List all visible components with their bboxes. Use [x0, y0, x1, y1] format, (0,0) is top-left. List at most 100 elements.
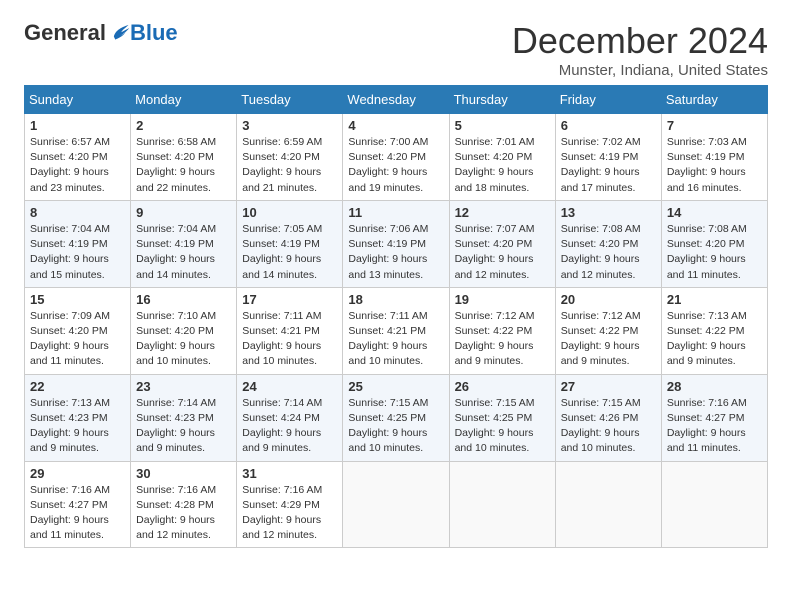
- calendar-cell: 21 Sunrise: 7:13 AMSunset: 4:22 PMDayligh…: [661, 287, 767, 374]
- day-info: Sunrise: 7:00 AMSunset: 4:20 PMDaylight:…: [348, 135, 443, 196]
- day-info: Sunrise: 7:11 AMSunset: 4:21 PMDaylight:…: [242, 309, 337, 370]
- day-info: Sunrise: 7:16 AMSunset: 4:27 PMDaylight:…: [667, 396, 762, 457]
- calendar-cell: 22Sunrise: 7:13 AMSunset: 4:23 PMDayligh…: [25, 374, 131, 461]
- day-header-thursday: Thursday: [449, 86, 555, 114]
- day-info: Sunrise: 7:05 AMSunset: 4:19 PMDaylight:…: [242, 222, 337, 283]
- day-info: Sunrise: 7:11 AMSunset: 4:21 PMDaylight:…: [348, 309, 443, 370]
- calendar-cell: 24 Sunrise: 7:14 AMSunset: 4:24 PMDayligh…: [237, 374, 343, 461]
- day-number: 29: [30, 466, 125, 481]
- day-number: 21: [667, 292, 762, 307]
- day-number: 8: [30, 205, 125, 220]
- calendar-cell: 20 Sunrise: 7:12 AMSunset: 4:22 PMDayligh…: [555, 287, 661, 374]
- day-header-tuesday: Tuesday: [237, 86, 343, 114]
- calendar-cell: 12 Sunrise: 7:07 AMSunset: 4:20 PMDayligh…: [449, 200, 555, 287]
- day-info: Sunrise: 7:14 AMSunset: 4:23 PMDaylight:…: [136, 396, 231, 457]
- day-info: Sunrise: 7:08 AMSunset: 4:20 PMDaylight:…: [667, 222, 762, 283]
- day-number: 22: [30, 379, 125, 394]
- calendar-cell: [343, 461, 449, 548]
- calendar-cell: [661, 461, 767, 548]
- calendar-week-row: 29Sunrise: 7:16 AMSunset: 4:27 PMDayligh…: [25, 461, 768, 548]
- day-info: Sunrise: 7:16 AMSunset: 4:28 PMDaylight:…: [136, 483, 231, 544]
- day-number: 2: [136, 118, 231, 133]
- calendar-week-row: 1 Sunrise: 6:57 AMSunset: 4:20 PMDaylight…: [25, 114, 768, 201]
- day-number: 13: [561, 205, 656, 220]
- day-number: 10: [242, 205, 337, 220]
- calendar-cell: 5 Sunrise: 7:01 AMSunset: 4:20 PMDaylight…: [449, 114, 555, 201]
- calendar-cell: 8Sunrise: 7:04 AMSunset: 4:19 PMDaylight…: [25, 200, 131, 287]
- day-info: Sunrise: 7:04 AMSunset: 4:19 PMDaylight:…: [136, 222, 231, 283]
- calendar-week-row: 8 Sunrise: 7:04 AMSunset: 4:19 PMDaylight…: [25, 200, 768, 287]
- day-number: 24: [242, 379, 337, 394]
- day-number: 30: [136, 466, 231, 481]
- day-header-wednesday: Wednesday: [343, 86, 449, 114]
- logo-bird-icon: [108, 22, 130, 44]
- day-info: Sunrise: 7:16 AMSunset: 4:29 PMDaylight:…: [242, 483, 337, 544]
- day-number: 9: [136, 205, 231, 220]
- page-subtitle: Munster, Indiana, United States: [512, 62, 768, 79]
- calendar-cell: 3 Sunrise: 6:59 AMSunset: 4:20 PMDaylight…: [237, 114, 343, 201]
- day-header-saturday: Saturday: [661, 86, 767, 114]
- calendar-cell: 28 Sunrise: 7:16 AMSunset: 4:27 PMDayligh…: [661, 374, 767, 461]
- day-info: Sunrise: 7:08 AMSunset: 4:20 PMDaylight:…: [561, 222, 656, 283]
- day-info: Sunrise: 7:15 AMSunset: 4:25 PMDaylight:…: [348, 396, 443, 457]
- day-number: 17: [242, 292, 337, 307]
- calendar-cell: 26Sunrise: 7:15 AMSunset: 4:25 PMDayligh…: [449, 374, 555, 461]
- day-header-sunday: Sunday: [25, 86, 131, 114]
- calendar-cell: 29Sunrise: 7:16 AMSunset: 4:27 PMDayligh…: [25, 461, 131, 548]
- day-info: Sunrise: 7:01 AMSunset: 4:20 PMDaylight:…: [455, 135, 550, 196]
- calendar-cell: 7Sunrise: 7:03 AMSunset: 4:19 PMDaylight…: [661, 114, 767, 201]
- day-info: Sunrise: 7:12 AMSunset: 4:22 PMDaylight:…: [561, 309, 656, 370]
- day-number: 20: [561, 292, 656, 307]
- day-number: 4: [348, 118, 443, 133]
- calendar-week-row: 22Sunrise: 7:13 AMSunset: 4:23 PMDayligh…: [25, 374, 768, 461]
- calendar-cell: 16 Sunrise: 7:10 AMSunset: 4:20 PMDayligh…: [131, 287, 237, 374]
- day-number: 7: [667, 118, 762, 133]
- calendar-cell: 17 Sunrise: 7:11 AMSunset: 4:21 PMDayligh…: [237, 287, 343, 374]
- calendar-cell: [449, 461, 555, 548]
- day-number: 11: [348, 205, 443, 220]
- day-info: Sunrise: 6:58 AMSunset: 4:20 PMDaylight:…: [136, 135, 231, 196]
- calendar-cell: 23 Sunrise: 7:14 AMSunset: 4:23 PMDayligh…: [131, 374, 237, 461]
- calendar-cell: 2 Sunrise: 6:58 AMSunset: 4:20 PMDaylight…: [131, 114, 237, 201]
- calendar-week-row: 15Sunrise: 7:09 AMSunset: 4:20 PMDayligh…: [25, 287, 768, 374]
- day-number: 16: [136, 292, 231, 307]
- day-number: 19: [455, 292, 550, 307]
- day-header-friday: Friday: [555, 86, 661, 114]
- calendar-cell: 6Sunrise: 7:02 AMSunset: 4:19 PMDaylight…: [555, 114, 661, 201]
- day-info: Sunrise: 7:06 AMSunset: 4:19 PMDaylight:…: [348, 222, 443, 283]
- calendar-cell: 1 Sunrise: 6:57 AMSunset: 4:20 PMDaylight…: [25, 114, 131, 201]
- day-number: 28: [667, 379, 762, 394]
- day-info: Sunrise: 7:12 AMSunset: 4:22 PMDaylight:…: [455, 309, 550, 370]
- day-number: 12: [455, 205, 550, 220]
- calendar-cell: 13 Sunrise: 7:08 AMSunset: 4:20 PMDayligh…: [555, 200, 661, 287]
- calendar-cell: 14Sunrise: 7:08 AMSunset: 4:20 PMDayligh…: [661, 200, 767, 287]
- day-info: Sunrise: 7:09 AMSunset: 4:20 PMDaylight:…: [30, 309, 125, 370]
- day-number: 3: [242, 118, 337, 133]
- calendar-cell: 27Sunrise: 7:15 AMSunset: 4:26 PMDayligh…: [555, 374, 661, 461]
- title-block: December 2024 Munster, Indiana, United S…: [512, 20, 768, 79]
- day-info: Sunrise: 6:57 AMSunset: 4:20 PMDaylight:…: [30, 135, 125, 196]
- day-info: Sunrise: 7:07 AMSunset: 4:20 PMDaylight:…: [455, 222, 550, 283]
- day-info: Sunrise: 7:13 AMSunset: 4:22 PMDaylight:…: [667, 309, 762, 370]
- logo: General Blue: [24, 20, 178, 46]
- logo-general-text: General: [24, 20, 106, 46]
- calendar-cell: 31Sunrise: 7:16 AMSunset: 4:29 PMDayligh…: [237, 461, 343, 548]
- calendar-cell: 25 Sunrise: 7:15 AMSunset: 4:25 PMDayligh…: [343, 374, 449, 461]
- calendar-header-row: SundayMondayTuesdayWednesdayThursdayFrid…: [25, 86, 768, 114]
- day-info: Sunrise: 7:10 AMSunset: 4:20 PMDaylight:…: [136, 309, 231, 370]
- calendar-cell: 18Sunrise: 7:11 AMSunset: 4:21 PMDayligh…: [343, 287, 449, 374]
- calendar-cell: 9 Sunrise: 7:04 AMSunset: 4:19 PMDaylight…: [131, 200, 237, 287]
- calendar-cell: 30 Sunrise: 7:16 AMSunset: 4:28 PMDayligh…: [131, 461, 237, 548]
- day-number: 1: [30, 118, 125, 133]
- day-info: Sunrise: 7:15 AMSunset: 4:26 PMDaylight:…: [561, 396, 656, 457]
- calendar-cell: 4 Sunrise: 7:00 AMSunset: 4:20 PMDaylight…: [343, 114, 449, 201]
- day-number: 23: [136, 379, 231, 394]
- day-number: 25: [348, 379, 443, 394]
- page-header: General Blue December 2024 Munster, Indi…: [24, 20, 768, 79]
- calendar-cell: [555, 461, 661, 548]
- day-info: Sunrise: 6:59 AMSunset: 4:20 PMDaylight:…: [242, 135, 337, 196]
- day-info: Sunrise: 7:14 AMSunset: 4:24 PMDaylight:…: [242, 396, 337, 457]
- calendar-cell: 10 Sunrise: 7:05 AMSunset: 4:19 PMDayligh…: [237, 200, 343, 287]
- day-number: 5: [455, 118, 550, 133]
- calendar-cell: 11 Sunrise: 7:06 AMSunset: 4:19 PMDayligh…: [343, 200, 449, 287]
